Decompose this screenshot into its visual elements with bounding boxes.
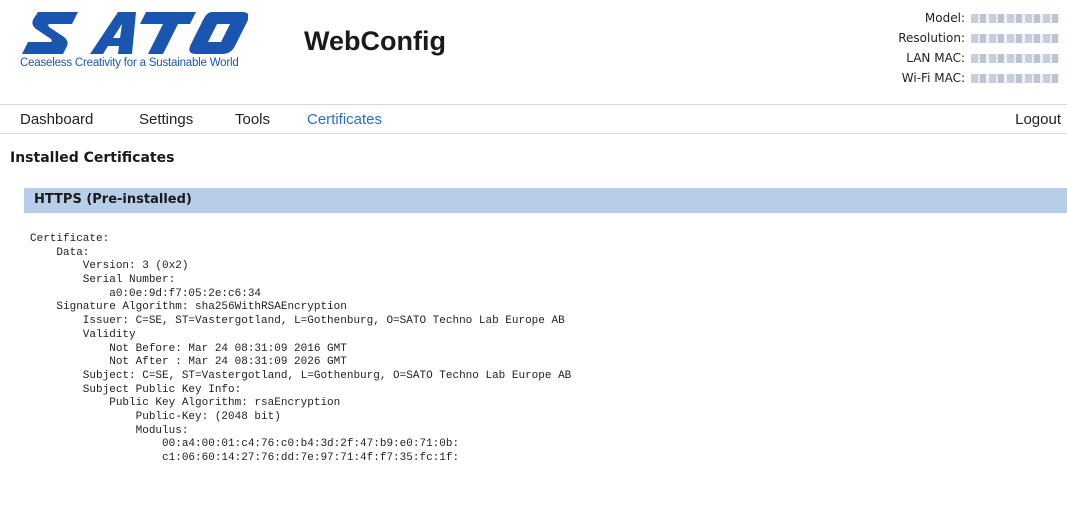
certificate-line: Issuer: C=SE, ST=Vastergotland, L=Gothen… (30, 315, 565, 328)
device-info-lan-mac: LAN MAC: (759, 48, 1059, 68)
logout-link[interactable]: Logout (1015, 111, 1061, 128)
certificate-line: 00:a4:00:01:c4:76:c0:b4:3d:2f:47:b9:e0:7… (30, 438, 460, 451)
certificate-line: Subject Public Key Info: (30, 383, 242, 396)
certificate-line: Modulus: (30, 424, 189, 437)
lan-mac-value-redacted (971, 53, 1059, 63)
nav-dashboard[interactable]: Dashboard (20, 111, 93, 128)
logo-tagline: Ceaseless Creativity for a Sustainable W… (20, 57, 239, 69)
device-info: Model: Resolution: LAN MAC: Wi-Fi MAC: (759, 8, 1059, 88)
model-value-redacted (971, 13, 1059, 23)
main-nav: Dashboard Settings Tools Certificates Lo… (0, 104, 1067, 134)
sato-logo-mark (22, 12, 248, 54)
certificate-line: c1:06:60:14:27:76:dd:7e:97:71:4f:f7:35:f… (30, 452, 460, 464)
nav-certificates[interactable]: Certificates (307, 111, 382, 128)
device-info-wifi-mac: Wi-Fi MAC: (759, 68, 1059, 88)
device-info-resolution: Resolution: (759, 28, 1059, 48)
nav-tools[interactable]: Tools (235, 111, 270, 128)
sato-logo[interactable] (20, 8, 292, 80)
section-title: Installed Certificates (10, 150, 175, 166)
certificate-line: Serial Number: (30, 274, 176, 287)
webconfig-page: Ceaseless Creativity for a Sustainable W… (0, 0, 1067, 528)
certificate-line: Version: 3 (0x2) (30, 260, 189, 273)
certificate-line: Validity (30, 328, 136, 341)
certificate-title: HTTPS (Pre-installed) (34, 192, 192, 207)
certificate-line: Subject: C=SE, ST=Vastergotland, L=Gothe… (30, 369, 572, 382)
resolution-value-redacted (971, 33, 1059, 43)
certificate-text: Certificate: Data: Version: 3 (0x2) Seri… (30, 233, 1060, 523)
certificate-line: Not Before: Mar 24 08:31:09 2016 GMT (30, 342, 347, 355)
certificate-line: Public Key Algorithm: rsaEncryption (30, 397, 341, 410)
wifi-mac-value-redacted (971, 73, 1059, 83)
wifi-mac-label: Wi-Fi MAC: (901, 71, 965, 85)
resolution-label: Resolution: (898, 31, 965, 45)
certificate-line: Data: (30, 246, 90, 259)
lan-mac-label: LAN MAC: (906, 51, 965, 65)
app-title: WebConfig (304, 26, 446, 56)
device-info-model: Model: (759, 8, 1059, 28)
certificate-line: Public-Key: (2048 bit) (30, 410, 281, 423)
nav-settings[interactable]: Settings (139, 111, 193, 128)
certificate-header[interactable]: HTTPS (Pre-installed) (24, 188, 1067, 213)
certificate-line: Certificate: (30, 233, 110, 245)
header: Ceaseless Creativity for a Sustainable W… (0, 0, 1067, 104)
model-label: Model: (924, 11, 965, 25)
certificate-line: a0:0e:9d:f7:05:2e:c6:34 (30, 287, 262, 300)
certificate-line: Signature Algorithm: sha256WithRSAEncryp… (30, 301, 347, 314)
certificate-line: Not After : Mar 24 08:31:09 2026 GMT (30, 356, 347, 369)
